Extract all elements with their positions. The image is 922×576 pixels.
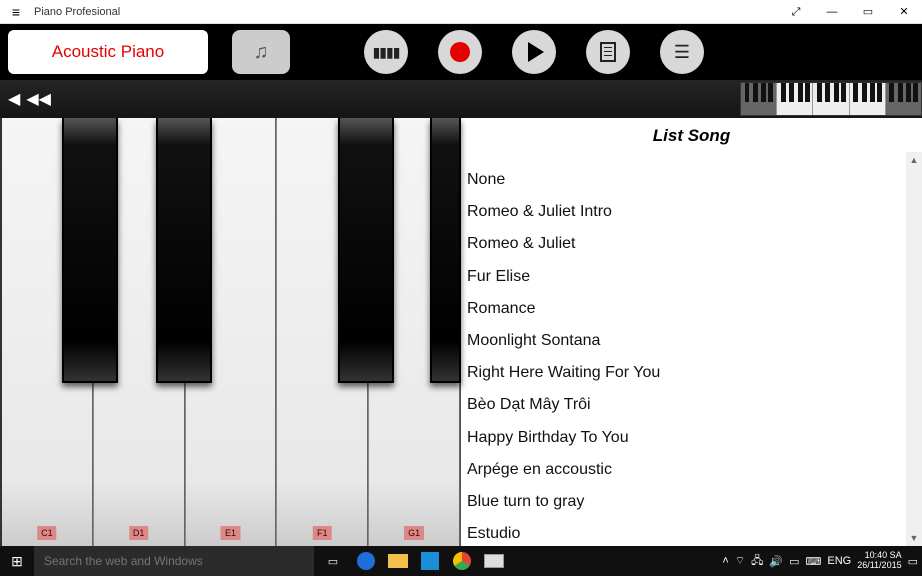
record-icon [450, 42, 470, 62]
list-icon: ☰ [674, 43, 690, 61]
app-toolbar: Acoustic Piano ♫ ▮▮▮▮ ☰ [0, 24, 922, 80]
song-list-heading: List Song [461, 118, 922, 164]
song-list-panel: List Song None Romeo & Juliet Intro Rome… [461, 118, 922, 546]
wifi-icon[interactable]: ⌔ [735, 554, 745, 568]
black-key-fs1[interactable] [338, 118, 394, 383]
chrome-icon [453, 552, 471, 570]
volume-icon[interactable]: 🔊 [769, 555, 783, 568]
song-item[interactable]: None [467, 164, 922, 196]
music-note-button[interactable]: ♫ [232, 30, 290, 74]
song-item[interactable]: Blue turn to gray [467, 486, 922, 518]
tray-chevron-icon[interactable]: ˄ [722, 555, 728, 567]
list-button[interactable]: ☰ [660, 30, 704, 74]
black-key-cs1[interactable] [62, 118, 118, 383]
instrument-button[interactable]: Acoustic Piano [8, 30, 208, 74]
edge-icon [357, 552, 375, 570]
song-item[interactable]: Fur Elise [467, 261, 922, 293]
step-left-button[interactable]: ◀ [8, 89, 20, 109]
keyboard-icon[interactable]: ⌨ [805, 555, 821, 568]
window-controls: ⤢ — ▭ ✕ [778, 0, 922, 24]
song-list: None Romeo & Juliet Intro Romeo & Juliet… [461, 164, 922, 546]
scrollbar[interactable]: ▲ ▼ [906, 152, 922, 546]
scroll-down-icon[interactable]: ▼ [906, 530, 922, 546]
play-button[interactable] [512, 30, 556, 74]
bars-icon: ▮▮▮▮ [373, 44, 400, 61]
app-piano[interactable] [478, 546, 510, 576]
task-view-button[interactable]: ▭ [316, 555, 350, 568]
song-item[interactable]: Bèo Dạt Mây Trôi [467, 389, 922, 421]
song-item[interactable]: Estudio [467, 518, 922, 546]
song-item[interactable]: Happy Birthday To You [467, 422, 922, 454]
close-button[interactable]: ✕ [886, 0, 922, 24]
notifications-icon[interactable]: ▭ [908, 555, 918, 568]
piano-icon [484, 554, 504, 568]
song-item[interactable]: Right Here Waiting For You [467, 357, 922, 389]
start-button[interactable]: ⊞ [0, 553, 34, 570]
piano-keyboard: C1 D1 E1 F1 G1 [0, 118, 461, 546]
song-item[interactable]: Romeo & Juliet Intro [467, 196, 922, 228]
song-item[interactable]: Arpége en accoustic [467, 454, 922, 486]
black-key-gs1[interactable] [430, 118, 461, 383]
music-note-icon: ♫ [254, 41, 269, 64]
navigation-bar: ◀ ◀◀ [0, 80, 922, 118]
app-chrome[interactable] [446, 546, 478, 576]
document-button[interactable] [586, 30, 630, 74]
song-item[interactable]: Moonlight Sontana [467, 325, 922, 357]
song-item[interactable]: Romance [467, 293, 922, 325]
scale-button[interactable]: ▮▮▮▮ [364, 30, 408, 74]
folder-icon [388, 554, 408, 568]
app-explorer[interactable] [382, 546, 414, 576]
main-area: C1 D1 E1 F1 G1 List Song None Romeo & Ju… [0, 118, 922, 546]
play-icon [528, 42, 544, 62]
taskbar: ⊞ ▭ ˄ ⌔ 🖧 🔊 ▭ ⌨ ENG 10:40 SA 26/11/2015 … [0, 546, 922, 576]
record-button[interactable] [438, 30, 482, 74]
scroll-up-icon[interactable]: ▲ [906, 152, 922, 168]
clock[interactable]: 10:40 SA 26/11/2015 [857, 551, 901, 571]
hamburger-icon[interactable]: ≡ [4, 4, 28, 20]
jump-left-button[interactable]: ◀◀ [26, 89, 51, 109]
app-store[interactable] [414, 546, 446, 576]
battery-icon[interactable]: ▭ [789, 555, 799, 568]
taskbar-search-input[interactable] [34, 546, 314, 576]
store-icon [421, 552, 439, 570]
document-icon [600, 42, 616, 62]
language-indicator[interactable]: ENG [827, 555, 851, 567]
minimize-button[interactable]: — [814, 0, 850, 24]
octave-nav: ◀ ◀◀ [8, 89, 51, 109]
maximize-button[interactable]: ▭ [850, 0, 886, 24]
app-edge[interactable] [350, 546, 382, 576]
song-item[interactable]: Romeo & Juliet [467, 228, 922, 260]
mini-keyboard[interactable] [740, 82, 922, 116]
titlebar: ≡ Piano Profesional ⤢ — ▭ ✕ [0, 0, 922, 24]
black-key-ds1[interactable] [156, 118, 212, 383]
expand-button[interactable]: ⤢ [778, 0, 814, 24]
system-tray: ˄ ⌔ 🖧 🔊 ▭ ⌨ ENG 10:40 SA 26/11/2015 ▭ [722, 546, 922, 576]
window-title: Piano Profesional [34, 6, 120, 18]
network-icon[interactable]: 🖧 [751, 552, 763, 571]
